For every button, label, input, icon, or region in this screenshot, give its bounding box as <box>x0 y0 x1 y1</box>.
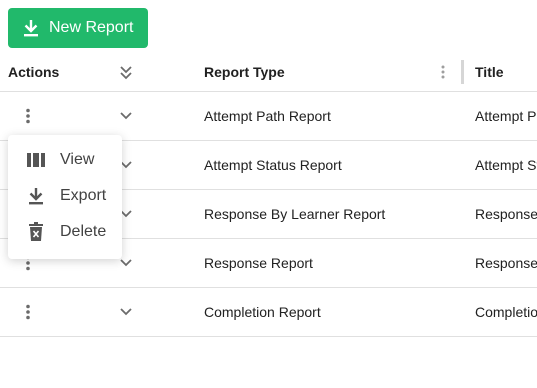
menu-item-view[interactable]: View <box>8 142 122 178</box>
view-columns-icon <box>26 150 46 170</box>
chevron-down-icon[interactable] <box>118 108 134 124</box>
row-actions-menu: View Export Delete <box>8 135 122 259</box>
title-cell: Completio <box>475 304 537 320</box>
expand-all-icon[interactable] <box>118 64 134 80</box>
column-header-title[interactable]: Title <box>475 64 504 80</box>
column-header-report-type[interactable]: Report Type <box>204 64 285 80</box>
menu-item-label: View <box>60 151 95 168</box>
new-report-button[interactable]: New Report <box>8 8 148 48</box>
report-type-cell: Attempt Status Report <box>204 157 342 173</box>
reports-page: New Report Actions Report Type Title Att… <box>0 0 537 388</box>
chevron-down-icon[interactable] <box>118 304 134 320</box>
title-cell: Attempt P <box>475 108 537 124</box>
column-resize-handle[interactable] <box>461 60 464 84</box>
menu-item-delete[interactable]: Delete <box>8 214 122 250</box>
trash-icon <box>26 222 46 242</box>
report-type-cell: Attempt Path Report <box>204 108 331 124</box>
download-icon <box>23 19 39 37</box>
row-actions-icon[interactable] <box>20 108 36 124</box>
title-cell: Response <box>475 206 537 222</box>
table-row: Completion Report Completio <box>0 288 537 337</box>
table-header: Actions Report Type Title <box>0 52 537 92</box>
report-type-cell: Response Report <box>204 255 313 271</box>
download-icon <box>26 186 46 206</box>
title-cell: Attempt St <box>475 157 537 173</box>
report-type-cell: Response By Learner Report <box>204 206 386 222</box>
menu-item-label: Delete <box>60 223 107 240</box>
menu-item-label: Export <box>60 187 107 204</box>
table-row: Attempt Path Report Attempt P <box>0 92 537 141</box>
row-actions-icon[interactable] <box>20 304 36 320</box>
menu-item-export[interactable]: Export <box>8 178 122 214</box>
new-report-label: New Report <box>49 19 134 36</box>
report-type-cell: Completion Report <box>204 304 321 320</box>
column-header-actions: Actions <box>8 64 60 80</box>
title-cell: Response <box>475 255 537 271</box>
column-menu-icon[interactable] <box>437 64 449 80</box>
